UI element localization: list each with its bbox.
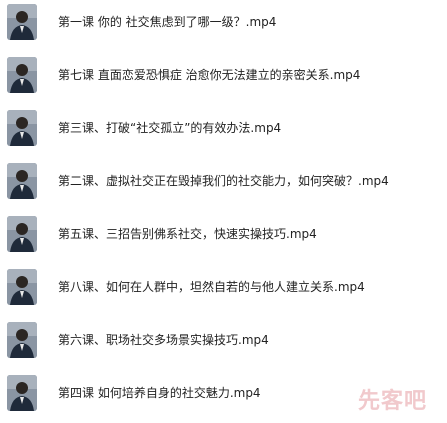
video-thumbnail-icon [7, 57, 37, 93]
file-name: 第四课 如何培养自身的社交魅力.mp4 [58, 386, 261, 400]
file-row[interactable]: 第三课、打破“社交孤立”的有效办法.mp4 [0, 106, 447, 150]
file-name: 第六课、职场社交多场景实操技巧.mp4 [58, 333, 269, 347]
file-name: 第三课、打破“社交孤立”的有效办法.mp4 [58, 121, 282, 135]
file-row[interactable]: 第八课、如何在人群中，坦然自若的与他人建立关系.mp4 [0, 265, 447, 309]
file-list: 第一课 你的 社交焦虑到了哪一级？.mp4 第七课 直面恋爱恐惧症 治愈你无法建… [0, 0, 447, 423]
file-name: 第一课 你的 社交焦虑到了哪一级？.mp4 [58, 15, 277, 29]
video-thumbnail-icon [7, 269, 37, 305]
file-name: 第八课、如何在人群中，坦然自若的与他人建立关系.mp4 [58, 280, 365, 294]
video-thumbnail-icon [7, 216, 37, 252]
file-row[interactable]: 第一课 你的 社交焦虑到了哪一级？.mp4 [0, 0, 447, 44]
video-thumbnail-icon [7, 375, 37, 411]
file-row[interactable]: 第六课、职场社交多场景实操技巧.mp4 [0, 318, 447, 362]
video-thumbnail-icon [7, 322, 37, 358]
video-thumbnail-icon [7, 163, 37, 199]
video-thumbnail-icon [7, 110, 37, 146]
file-row[interactable]: 第五课、三招告别佛系社交，快速实操技巧.mp4 [0, 212, 447, 256]
file-name: 第二课、虚拟社交正在毁掉我们的社交能力，如何突破？.mp4 [58, 174, 389, 188]
file-name: 第五课、三招告别佛系社交，快速实操技巧.mp4 [58, 227, 317, 241]
video-thumbnail-icon [7, 4, 37, 40]
file-name: 第七课 直面恋爱恐惧症 治愈你无法建立的亲密关系.mp4 [58, 68, 361, 82]
file-row[interactable]: 第二课、虚拟社交正在毁掉我们的社交能力，如何突破？.mp4 [0, 159, 447, 203]
watermark-text: 先客吧 [358, 389, 428, 414]
file-row[interactable]: 第七课 直面恋爱恐惧症 治愈你无法建立的亲密关系.mp4 [0, 53, 447, 97]
